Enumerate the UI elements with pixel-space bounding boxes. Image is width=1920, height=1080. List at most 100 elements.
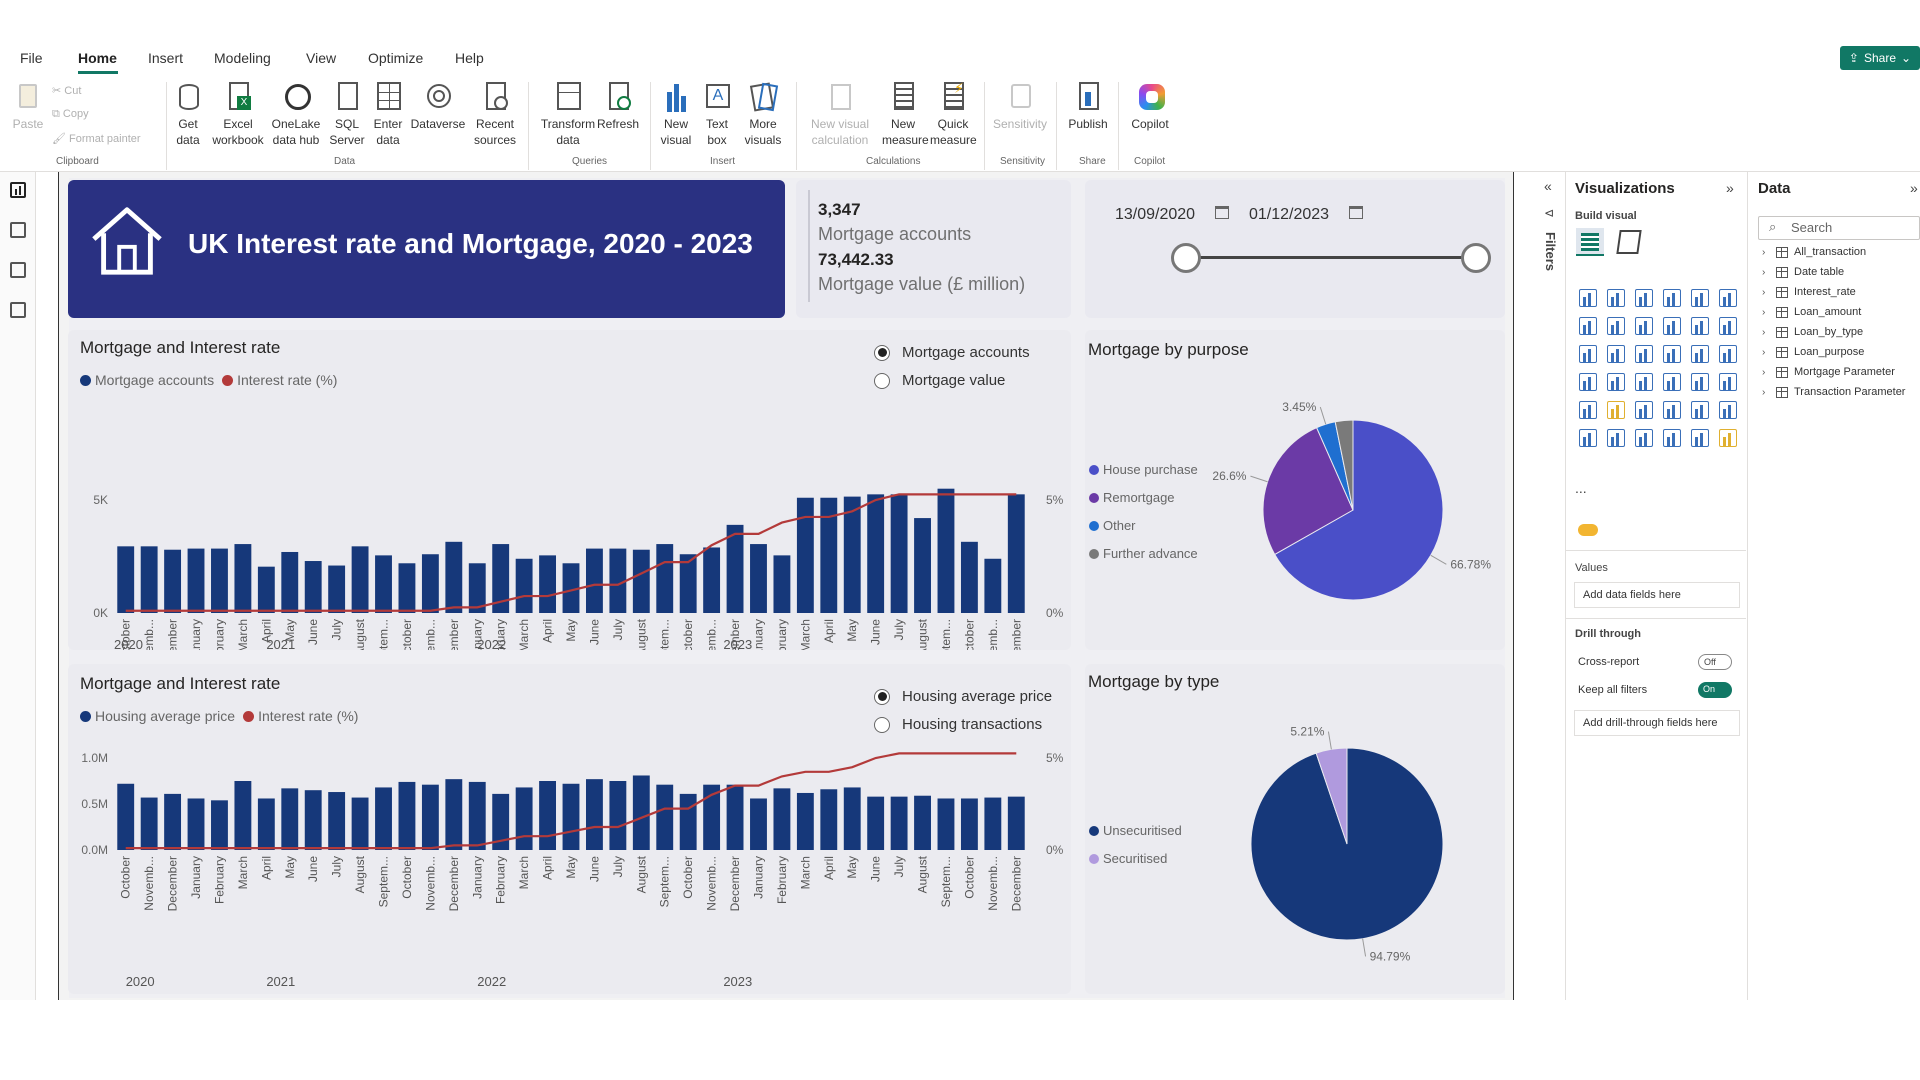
visual-type-icon[interactable]	[1630, 424, 1658, 452]
share-button[interactable]: ⇪ Share ⌄	[1840, 46, 1920, 70]
end-date-input[interactable]: 01/12/2023	[1249, 206, 1329, 224]
menu-home[interactable]: Home	[78, 50, 117, 66]
transform-data-button[interactable]: Transform data	[538, 80, 598, 148]
format-painter-button[interactable]: 🖌 Format painter	[52, 132, 141, 145]
new-measure-button[interactable]: New measure	[882, 80, 929, 148]
visual-type-icon[interactable]	[1602, 396, 1630, 424]
menu-help[interactable]: Help	[455, 50, 484, 66]
visual-type-icon[interactable]	[1714, 284, 1742, 312]
chevron-right-icon[interactable]: ›	[1762, 347, 1770, 358]
new-visual-calculation-button[interactable]: New visual calculation	[802, 80, 878, 148]
slider-track[interactable]	[1185, 256, 1475, 259]
visual-type-icon[interactable]	[1602, 284, 1630, 312]
table-item[interactable]: › Mortgage Parameter	[1762, 366, 1895, 378]
menu-file[interactable]: File	[20, 50, 43, 66]
menu-modeling[interactable]: Modeling	[214, 50, 271, 66]
chevron-right-icon[interactable]: ›	[1762, 247, 1770, 258]
pie-chart-type-panel[interactable]: Mortgage by type 94.79% 5.21% Unsecuritise…	[1085, 664, 1505, 994]
combo-chart-housing[interactable]: 1.0M 0.5M 0.0M 5% 0% October Novemb... December…	[68, 734, 1071, 994]
radio-button[interactable]	[874, 716, 890, 733]
copilot-button[interactable]: Copilot	[1126, 80, 1174, 132]
table-item[interactable]: › Date table	[1762, 266, 1844, 278]
calendar-icon[interactable]	[1349, 206, 1363, 219]
refresh-button[interactable]: Refresh	[596, 80, 640, 132]
table-item[interactable]: › Loan_by_type	[1762, 326, 1863, 338]
visual-type-icon[interactable]	[1574, 396, 1602, 424]
model-view-icon[interactable]	[10, 262, 26, 278]
visual-type-icon[interactable]	[1602, 312, 1630, 340]
visual-type-icon[interactable]	[1658, 396, 1686, 424]
visual-type-icon[interactable]	[1658, 424, 1686, 452]
visual-type-icon[interactable]	[1630, 284, 1658, 312]
collapse-icon[interactable]: «	[1544, 178, 1552, 194]
chevron-right-icon[interactable]: ›	[1762, 267, 1770, 278]
enter-data-button[interactable]: Enter data	[370, 80, 406, 148]
search-input[interactable]: ⌕ Search	[1758, 216, 1920, 240]
visual-type-icon[interactable]	[1714, 424, 1742, 452]
radio-housing-average-price[interactable]: Housing average price	[874, 688, 1052, 705]
slider-end-handle[interactable]	[1461, 243, 1491, 273]
expand-icon[interactable]: »	[1726, 180, 1734, 196]
visual-type-icon[interactable]	[1574, 284, 1602, 312]
combo-chart-accounts-panel[interactable]: Mortgage and Interest rate Mortgage acco…	[68, 330, 1071, 650]
chevron-right-icon[interactable]: ›	[1762, 307, 1770, 318]
cross-report-toggle[interactable]: Off	[1698, 654, 1732, 670]
table-item[interactable]: › Interest_rate	[1762, 286, 1856, 298]
table-item[interactable]: › Transaction Parameter	[1762, 386, 1905, 398]
paste-button[interactable]: Paste	[10, 80, 46, 132]
new-visual-button[interactable]: New visual	[656, 80, 696, 148]
visual-type-icon[interactable]	[1686, 396, 1714, 424]
visual-type-icon[interactable]	[1686, 424, 1714, 452]
excel-workbook-button[interactable]: X Excel workbook	[210, 80, 266, 148]
calendar-icon[interactable]	[1215, 206, 1229, 219]
drill-through-well[interactable]: Add drill-through fields here	[1574, 710, 1740, 736]
visual-type-icon[interactable]	[1602, 424, 1630, 452]
visual-type-icon[interactable]	[1686, 368, 1714, 396]
visual-type-icon[interactable]	[1686, 312, 1714, 340]
cut-button[interactable]: ✂ Cut	[52, 84, 81, 97]
expand-icon[interactable]: »	[1910, 180, 1918, 196]
recent-sources-button[interactable]: Recent sources	[466, 80, 524, 148]
radio-button[interactable]	[874, 372, 890, 389]
visual-type-icon[interactable]	[1574, 368, 1602, 396]
combo-chart-accounts[interactable]: 5K 0K 5% 0% October Novemb... December January F…	[68, 400, 1071, 650]
visual-type-icon[interactable]	[1630, 340, 1658, 368]
more-visuals-button[interactable]: More visuals	[738, 80, 788, 148]
visual-type-icon[interactable]	[1630, 396, 1658, 424]
visual-type-icon[interactable]	[1658, 340, 1686, 368]
chevron-right-icon[interactable]: ›	[1762, 287, 1770, 298]
visual-type-icon[interactable]	[1602, 340, 1630, 368]
sql-server-button[interactable]: SQL Server	[328, 80, 366, 148]
copy-button[interactable]: ⧉ Copy	[52, 108, 89, 121]
radio-button[interactable]	[874, 344, 890, 361]
visual-type-icon[interactable]	[1630, 368, 1658, 396]
visual-type-icon[interactable]	[1574, 424, 1602, 452]
dataverse-button[interactable]: Dataverse	[408, 80, 468, 132]
table-item[interactable]: › All_transaction	[1762, 246, 1866, 258]
report-view-icon[interactable]	[10, 182, 26, 198]
publish-button[interactable]: Publish	[1066, 80, 1110, 132]
table-item[interactable]: › Loan_purpose	[1762, 346, 1864, 358]
menu-insert[interactable]: Insert	[148, 50, 183, 66]
visual-type-icon[interactable]	[1714, 368, 1742, 396]
keep-filters-toggle[interactable]: On	[1698, 682, 1732, 698]
visual-type-icon[interactable]	[1658, 368, 1686, 396]
visual-type-icon[interactable]	[1658, 284, 1686, 312]
pie-chart-purpose[interactable]: 66.78% 26.6% 3.45% House purchase Remortgage…	[1085, 330, 1505, 650]
report-header[interactable]: UK Interest rate and Mortgage, 2020 - 20…	[68, 180, 785, 318]
visual-type-icon[interactable]	[1630, 312, 1658, 340]
chevron-right-icon[interactable]: ›	[1762, 387, 1770, 398]
visual-type-icon[interactable]	[1574, 340, 1602, 368]
kpi-card[interactable]: 3,347 Mortgage accounts 73,442.33 Mortga…	[796, 180, 1071, 318]
text-box-button[interactable]: A Text box	[700, 80, 734, 148]
build-visual-tab[interactable]	[1576, 228, 1604, 256]
visual-type-icon[interactable]	[1686, 284, 1714, 312]
chevron-right-icon[interactable]: ›	[1762, 327, 1770, 338]
filter-icon[interactable]: ⊲	[1544, 206, 1554, 220]
get-data-button[interactable]: Get data	[168, 80, 208, 148]
combo-chart-housing-panel[interactable]: Mortgage and Interest rate Housing avera…	[68, 664, 1071, 994]
table-view-icon[interactable]	[10, 222, 26, 238]
onelake-data-hub-button[interactable]: OneLake data hub	[268, 80, 324, 148]
format-visual-icon[interactable]	[1616, 230, 1642, 254]
visual-type-icon[interactable]	[1714, 396, 1742, 424]
